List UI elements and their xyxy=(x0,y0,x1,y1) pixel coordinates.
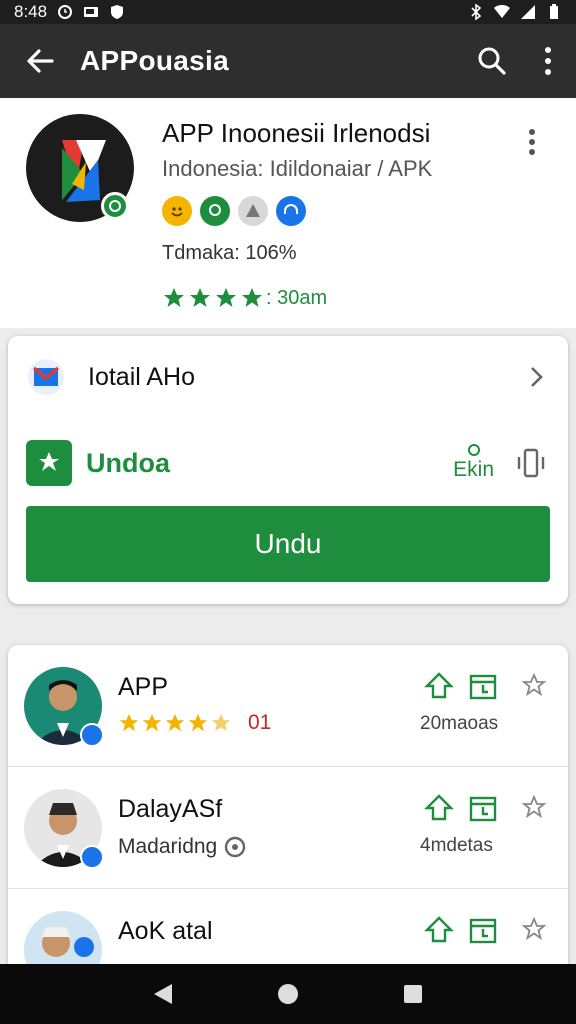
nav-back-button[interactable] xyxy=(143,974,183,1014)
list-item-sub: Madaridng xyxy=(118,835,218,858)
verified-badge-icon xyxy=(101,192,129,220)
settings-icon xyxy=(225,836,246,858)
star-icon xyxy=(119,713,139,732)
wifi-icon xyxy=(494,5,510,18)
detail-row[interactable]: Iotail AHo xyxy=(8,336,568,418)
detail-label: Iotail AHo xyxy=(88,362,196,391)
list-item-title: APP xyxy=(118,673,169,701)
star-icon xyxy=(190,288,210,307)
app-name: APP Inoonesii Irlenodsi xyxy=(162,118,431,148)
mail-icon xyxy=(28,359,64,395)
play-store-icon xyxy=(26,440,72,486)
star-outline-icon[interactable] xyxy=(522,917,546,941)
calendar-icon[interactable] xyxy=(468,793,498,823)
list-item-subtitle: Madaridng xyxy=(118,835,247,859)
verified-badge-icon xyxy=(80,845,104,869)
app-bar: APPouasia xyxy=(0,24,576,98)
circle-home-icon xyxy=(277,984,298,1004)
award-badge-icon xyxy=(200,196,230,226)
related-list: APP 01 20maoas DalayASf Madaridng 4mdeta… xyxy=(8,645,568,985)
more-vert-icon xyxy=(529,129,535,155)
list-item-count: 20maoas xyxy=(420,713,499,734)
nav-recents-button[interactable] xyxy=(393,974,433,1014)
badge-row xyxy=(162,196,306,226)
nav-home-button[interactable] xyxy=(268,974,308,1014)
chevron-right-icon xyxy=(531,367,543,387)
install-button[interactable]: Undu xyxy=(26,506,550,582)
system-nav-bar xyxy=(0,964,576,1024)
list-item-count: 4mdetas xyxy=(420,835,493,856)
ekin-dot-icon xyxy=(467,444,480,456)
verified-badge-icon xyxy=(80,723,104,747)
rating-text: : 30am xyxy=(266,286,328,309)
bluetooth-icon xyxy=(471,4,482,20)
star-icon xyxy=(242,288,262,307)
list-item-rating: 01 xyxy=(118,711,271,735)
triangle-badge-icon xyxy=(238,196,268,226)
calendar-icon[interactable] xyxy=(468,671,498,701)
vibrate-icon[interactable] xyxy=(514,446,548,480)
upvote-icon[interactable] xyxy=(424,671,454,701)
back-button[interactable] xyxy=(0,24,80,98)
list-item-title: DalayASf xyxy=(118,795,223,823)
header-more-button[interactable] xyxy=(514,124,550,160)
more-vert-icon xyxy=(545,47,551,75)
shield-icon xyxy=(111,5,124,19)
cast-icon xyxy=(84,7,99,17)
status-bar: 8:48 xyxy=(0,0,576,24)
upvote-icon[interactable] xyxy=(424,793,454,823)
star-icon xyxy=(188,713,208,732)
star-icon xyxy=(164,288,184,307)
star-half-icon xyxy=(211,713,231,732)
signal-icon xyxy=(521,5,535,19)
star-icon xyxy=(142,713,162,732)
app-subtitle: Indonesia: Idildonaiar / APK xyxy=(162,156,433,181)
list-item-title: AoK atal xyxy=(118,917,213,945)
star-outline-icon[interactable] xyxy=(522,795,546,819)
list-item[interactable]: DalayASf Madaridng 4mdetas xyxy=(8,767,568,889)
battery-icon xyxy=(550,4,558,19)
app-header: APP Inoonesii Irlenodsi Indonesia: Idild… xyxy=(0,98,576,328)
star-icon xyxy=(216,288,236,307)
square-recents-icon xyxy=(404,985,423,1003)
clock-icon xyxy=(58,5,73,19)
undoa-label: Undoa xyxy=(86,447,170,478)
emoji-badge-icon xyxy=(162,196,192,226)
ekin-button[interactable]: Ekin xyxy=(453,444,494,482)
rating-stars xyxy=(118,712,232,734)
calendar-icon[interactable] xyxy=(468,915,498,945)
star-outline-icon[interactable] xyxy=(522,673,546,697)
tdmaka-text: Tdmaka: 106% xyxy=(162,242,297,264)
star-icon xyxy=(165,713,185,732)
badge-number: 01 xyxy=(248,711,272,734)
upvote-icon[interactable] xyxy=(424,915,454,945)
page-title: APPouasia xyxy=(80,45,229,76)
status-time: 8:48 xyxy=(14,2,48,21)
install-card: Iotail AHo Undoa Ekin Undu xyxy=(8,336,568,604)
rating-row: : 30am xyxy=(162,286,327,310)
undoa-row: Undoa Ekin xyxy=(8,426,568,500)
search-button[interactable] xyxy=(464,24,520,98)
search-icon xyxy=(478,47,506,75)
list-item[interactable]: APP 01 20maoas xyxy=(8,645,568,767)
triangle-back-icon xyxy=(153,984,172,1004)
more-options-button[interactable] xyxy=(520,24,576,98)
ekin-label: Ekin xyxy=(453,458,494,481)
headphones-badge-icon xyxy=(276,196,306,226)
arrow-back-icon xyxy=(27,49,54,73)
